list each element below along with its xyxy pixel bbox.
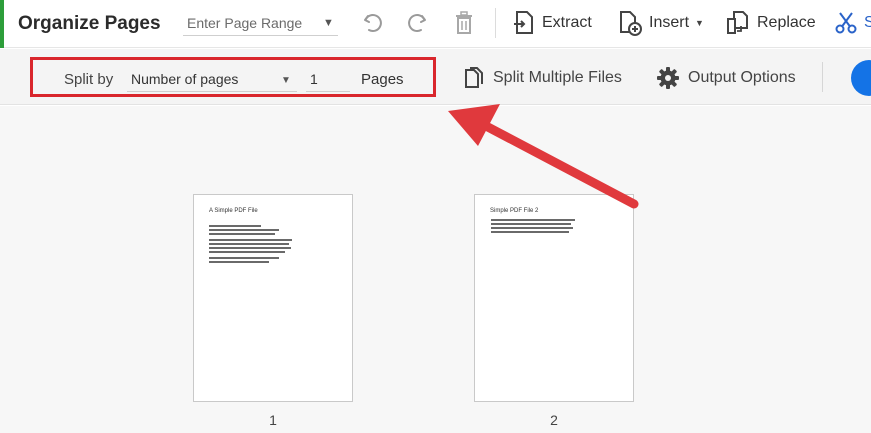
split-multiple-files-button[interactable]: Split Multiple Files <box>463 64 622 92</box>
replace-label: Replace <box>757 14 816 31</box>
extract-button[interactable]: Extract <box>512 8 592 38</box>
undo-icon <box>364 14 382 33</box>
page-count-value: 1 <box>310 71 318 87</box>
insert-button[interactable]: Insert ▼ <box>617 8 704 38</box>
output-options-button[interactable]: Output Options <box>656 64 796 92</box>
split-settings-highlight: Split by Number of pages ▼ 1 Pages <box>30 57 436 97</box>
tool-title: Organize Pages <box>18 13 161 34</box>
chevron-down-icon[interactable]: ▼ <box>323 17 334 29</box>
page-text-line <box>491 219 575 221</box>
page-count-input[interactable]: 1 <box>306 66 350 92</box>
insert-page-icon <box>620 11 642 36</box>
trash-icon <box>456 11 472 34</box>
page-text-line <box>491 223 571 225</box>
pages-unit-label: Pages <box>361 71 404 88</box>
chevron-down-icon[interactable]: ▼ <box>281 75 291 86</box>
page-thumbnail[interactable]: A Simple PDF File <box>193 194 353 402</box>
page-thumbnails-area: A Simple PDF File 1 Simple PDF File 2 2 <box>0 106 871 433</box>
page-text-line <box>209 257 279 259</box>
page-text-line <box>209 243 289 245</box>
undo-button[interactable] <box>358 8 388 38</box>
page-text-line <box>209 233 275 235</box>
tool-accent-strip <box>0 0 4 48</box>
toolbar-divider <box>822 62 823 92</box>
chevron-down-icon: ▼ <box>695 18 704 28</box>
page-text-line <box>209 225 261 227</box>
split-mode-dropdown[interactable]: Number of pages <box>127 66 297 92</box>
main-toolbar: Organize Pages ▼ Extract <box>0 0 871 48</box>
page-text-line <box>491 227 573 229</box>
page-text-line <box>209 247 291 249</box>
delete-button[interactable] <box>449 8 479 38</box>
output-options-label: Output Options <box>688 69 796 86</box>
insert-label: Insert <box>649 14 690 31</box>
page-thumbnail[interactable]: Simple PDF File 2 <box>474 194 634 402</box>
page-text-line <box>209 229 279 231</box>
split-button[interactable]: S <box>834 8 871 38</box>
scissors-icon <box>835 12 857 34</box>
extract-label: Extract <box>542 14 592 31</box>
page-range-input[interactable] <box>183 10 338 36</box>
replace-icon <box>727 11 748 34</box>
page-text-line <box>209 261 269 263</box>
page-text-line <box>491 231 569 233</box>
split-label: S <box>864 14 871 31</box>
page-heading: Simple PDF File 2 <box>490 208 539 214</box>
files-icon <box>465 67 483 88</box>
toolbar-divider <box>495 8 496 38</box>
gear-icon <box>657 67 679 89</box>
split-multiple-files-label: Split Multiple Files <box>493 69 622 86</box>
page-number: 1 <box>269 412 277 428</box>
extract-icon <box>514 11 533 34</box>
page-number: 2 <box>550 412 558 428</box>
page-text-line <box>209 251 285 253</box>
split-by-label: Split by <box>64 71 114 88</box>
replace-button[interactable]: Replace <box>725 8 816 38</box>
redo-button[interactable] <box>402 8 432 38</box>
redo-icon <box>408 14 426 33</box>
page-heading: A Simple PDF File <box>209 208 258 214</box>
split-mode-value: Number of pages <box>131 71 239 87</box>
page-text-line <box>209 239 292 241</box>
